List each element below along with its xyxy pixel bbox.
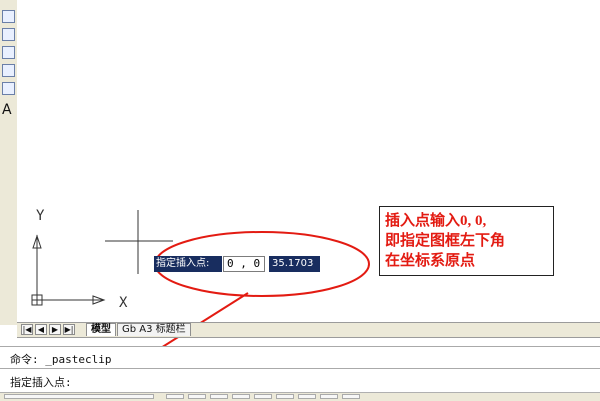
status-ortho-toggle[interactable] <box>210 394 228 399</box>
command-history-text: 命令: _pasteclip <box>10 353 112 366</box>
command-history: 命令: _pasteclip <box>0 346 600 369</box>
status-otrack-toggle[interactable] <box>276 394 294 399</box>
status-lwt-toggle[interactable] <box>320 394 338 399</box>
layout-tab-bar: |◀ ◀ ▶ ▶| 模型 Gb A3 标题栏 <box>17 322 600 338</box>
callout-line-1: 插入点输入0, 0, <box>385 213 487 229</box>
first-layout-button[interactable]: |◀ <box>21 324 33 335</box>
status-grid-toggle[interactable] <box>188 394 206 399</box>
status-snap-toggle[interactable] <box>166 394 184 399</box>
status-osnap-toggle[interactable] <box>254 394 272 399</box>
tab-model[interactable]: 模型 <box>86 323 116 336</box>
last-layout-button[interactable]: ▶| <box>63 324 75 335</box>
status-dyn-toggle[interactable] <box>298 394 316 399</box>
insertion-point-tooltip-label: 指定插入点: <box>154 256 222 272</box>
callout-line-3: 在坐标系原点 <box>385 253 476 269</box>
status-polar-toggle[interactable] <box>232 394 250 399</box>
command-input-area[interactable]: 指定插入点: <box>0 368 600 393</box>
distance-readout: 35.1703 <box>269 256 320 272</box>
drawing-overlays <box>31 210 370 386</box>
command-prompt: 指定插入点: <box>10 376 72 389</box>
status-coordinates <box>4 394 154 399</box>
next-layout-button[interactable]: ▶ <box>49 324 61 335</box>
status-model-toggle[interactable] <box>342 394 360 399</box>
tab-gb-a3-title-block[interactable]: Gb A3 标题栏 <box>117 323 191 336</box>
ucs-icon <box>31 234 106 306</box>
insertion-point-input[interactable]: 0 , 0 <box>223 256 265 272</box>
annotation-callout: 插入点输入0, 0, 即指定图框左下角 在坐标系原点 <box>379 206 554 276</box>
callout-line-2: 即指定图框左下角 <box>385 233 506 249</box>
previous-layout-button[interactable]: ◀ <box>35 324 47 335</box>
